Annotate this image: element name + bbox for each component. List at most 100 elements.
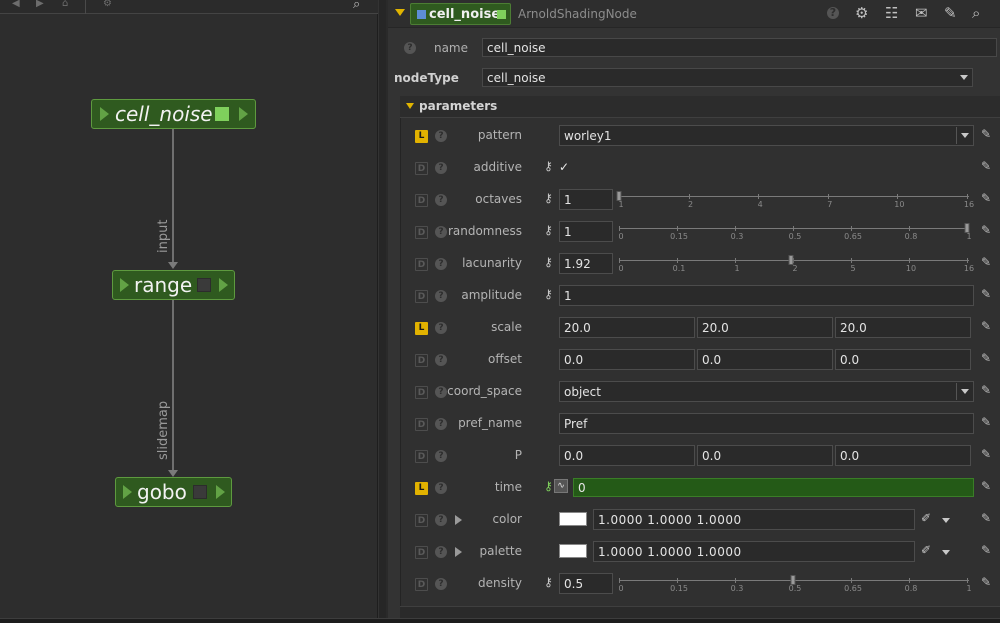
default-badge[interactable]: D xyxy=(415,514,428,527)
pin-icon[interactable]: ✎ xyxy=(981,191,991,205)
keyframe-icon[interactable]: ⚷ xyxy=(544,191,553,205)
pin-icon[interactable]: ✎ xyxy=(981,159,991,173)
param-vector-field[interactable]: 0.0 xyxy=(697,349,833,370)
graph-node-gobo[interactable]: gobo xyxy=(115,477,232,507)
pin-icon[interactable]: ✎ xyxy=(981,319,991,333)
pin-icon[interactable]: ✎ xyxy=(981,351,991,365)
wrench-icon[interactable]: ✎ xyxy=(944,4,957,22)
expand-icon[interactable] xyxy=(455,547,462,557)
help-icon[interactable]: ? xyxy=(435,258,447,270)
param-vector-field[interactable]: 0.0 xyxy=(835,445,971,466)
comment-icon[interactable]: ✉ xyxy=(915,4,928,22)
parameters-group-header[interactable]: parameters xyxy=(400,96,1000,118)
param-color-values[interactable]: 1.0000 1.0000 1.0000 xyxy=(593,509,915,530)
default-badge[interactable]: D xyxy=(415,194,428,207)
node-view-flag-icon[interactable] xyxy=(197,278,211,292)
nodetype-dropdown[interactable]: cell_noise xyxy=(482,68,973,87)
slider-handle[interactable] xyxy=(788,255,794,265)
pin-icon[interactable]: ✎ xyxy=(981,415,991,429)
chevron-down-icon[interactable] xyxy=(942,550,950,555)
default-badge[interactable]: D xyxy=(415,546,428,559)
color-swatch[interactable] xyxy=(559,512,587,526)
node-output-icon[interactable] xyxy=(219,278,228,292)
eyedropper-icon[interactable]: ✐ xyxy=(921,543,931,557)
slider-handle[interactable] xyxy=(790,575,796,585)
help-icon[interactable]: ? xyxy=(435,546,447,558)
pin-icon[interactable]: ✎ xyxy=(981,511,991,525)
graph-node-range[interactable]: range xyxy=(112,270,235,300)
node-name-tab[interactable]: cell_noise xyxy=(410,3,511,25)
help-icon[interactable]: ? xyxy=(435,322,447,334)
default-badge[interactable]: D xyxy=(415,226,428,239)
default-badge[interactable]: D xyxy=(415,162,428,175)
param-dropdown[interactable]: object xyxy=(559,381,974,402)
keyframe-icon[interactable]: ⚷ xyxy=(544,575,553,589)
param-slider[interactable]: 1 2 4 7 10 16 xyxy=(616,191,974,211)
collapse-icon[interactable] xyxy=(406,103,414,109)
param-vector-field[interactable]: 0.0 xyxy=(559,445,695,466)
param-slider[interactable]: 0 0.15 0.3 0.5 0.65 0.8 1 xyxy=(618,575,972,595)
help-icon[interactable]: ? xyxy=(435,194,447,206)
layout-icon[interactable]: ☷ xyxy=(885,4,898,22)
keyframe-icon[interactable]: ⚷ xyxy=(544,287,553,301)
slider-handle[interactable] xyxy=(616,191,622,201)
node-input-icon[interactable] xyxy=(100,107,109,121)
node-input-icon[interactable] xyxy=(123,485,132,499)
help-icon[interactable]: ? xyxy=(435,578,447,590)
default-badge[interactable]: D xyxy=(415,354,428,367)
pin-icon[interactable]: ✎ xyxy=(981,479,991,493)
help-icon[interactable]: ? xyxy=(435,386,447,398)
param-vector-field[interactable]: 0.0 xyxy=(835,349,971,370)
pin-icon[interactable]: ✎ xyxy=(981,543,991,557)
help-icon[interactable]: ? xyxy=(435,450,447,462)
help-icon[interactable]: ? xyxy=(435,482,447,494)
graph-node-cell-noise[interactable]: cell_noise xyxy=(91,99,256,129)
chevron-down-icon[interactable] xyxy=(942,518,950,523)
param-slider[interactable]: 0 0.15 0.3 0.5 0.65 0.8 1 xyxy=(618,223,972,243)
default-badge[interactable]: D xyxy=(415,290,428,303)
node-view-flag-icon[interactable] xyxy=(215,107,229,121)
help-icon[interactable]: ? xyxy=(435,418,447,430)
param-vector-field[interactable]: 20.0 xyxy=(559,317,695,338)
param-checkbox[interactable]: ✓ xyxy=(559,160,569,174)
help-icon[interactable]: ? xyxy=(435,290,447,302)
param-vector-field[interactable]: 0.0 xyxy=(559,349,695,370)
pin-icon[interactable]: ✎ xyxy=(981,287,991,301)
panel-splitter[interactable] xyxy=(378,0,386,618)
curve-icon[interactable]: ∿ xyxy=(554,479,568,493)
param-vector-field[interactable]: 0.0 xyxy=(697,445,833,466)
help-icon[interactable]: ? xyxy=(404,42,416,54)
name-field[interactable]: cell_noise xyxy=(482,38,997,57)
expand-icon[interactable] xyxy=(455,515,462,525)
param-number-field[interactable]: 1 xyxy=(559,189,613,210)
default-badge[interactable]: D xyxy=(415,578,428,591)
default-badge[interactable]: D xyxy=(415,258,428,271)
param-vector-field[interactable]: 20.0 xyxy=(697,317,833,338)
local-badge[interactable]: L xyxy=(415,322,428,335)
slider-handle[interactable] xyxy=(964,223,970,233)
pin-icon[interactable]: ✎ xyxy=(981,255,991,269)
node-view-flag-icon[interactable] xyxy=(193,485,207,499)
local-badge[interactable]: L xyxy=(415,130,428,143)
param-number-field[interactable]: 1.92 xyxy=(559,253,613,274)
param-text-field[interactable]: Pref xyxy=(559,413,974,434)
node-output-icon[interactable] xyxy=(239,107,248,121)
local-badge[interactable]: L xyxy=(415,482,428,495)
node-input-icon[interactable] xyxy=(120,278,129,292)
pin-icon[interactable]: ✎ xyxy=(981,383,991,397)
eyedropper-icon[interactable]: ✐ xyxy=(921,511,931,525)
default-badge[interactable]: D xyxy=(415,386,428,399)
help-icon[interactable]: ? xyxy=(435,130,447,142)
collapse-icon[interactable] xyxy=(395,9,405,16)
default-badge[interactable]: D xyxy=(415,450,428,463)
pin-icon[interactable]: ✎ xyxy=(981,223,991,237)
pin-icon[interactable]: ✎ xyxy=(981,575,991,589)
help-icon[interactable]: ? xyxy=(435,162,447,174)
param-number-field[interactable]: 1 xyxy=(559,285,974,306)
param-dropdown[interactable]: worley1 xyxy=(559,125,974,146)
pin-icon[interactable]: ✎ xyxy=(981,447,991,461)
keyframe-icon[interactable]: ⚷ xyxy=(544,223,553,237)
param-animated-field[interactable]: 0 xyxy=(573,478,974,497)
param-number-field[interactable]: 1 xyxy=(559,221,613,242)
gear-icon[interactable]: ⚙ xyxy=(855,4,868,22)
